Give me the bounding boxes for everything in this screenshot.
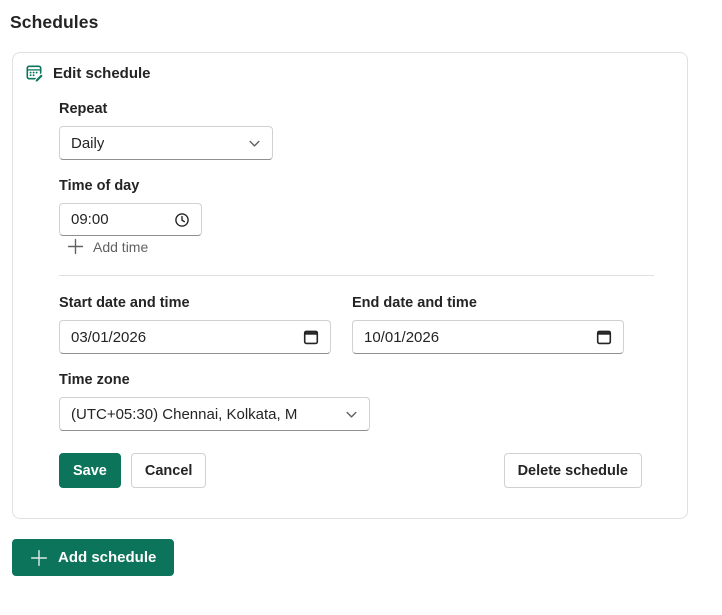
- add-schedule-label: Add schedule: [58, 549, 156, 566]
- calendar-edit-icon: [25, 63, 45, 83]
- repeat-value: Daily: [71, 135, 104, 152]
- time-of-day-value: 09:00: [71, 211, 109, 228]
- add-time-label: Add time: [93, 239, 148, 255]
- card-header: Edit schedule: [13, 63, 642, 83]
- chevron-down-icon: [248, 137, 261, 150]
- end-date-input[interactable]: 10/01/2026: [352, 320, 624, 354]
- start-date-value: 03/01/2026: [71, 329, 146, 346]
- delete-schedule-button[interactable]: Delete schedule: [504, 453, 642, 488]
- start-date-field: Start date and time 03/01/2026: [59, 293, 331, 354]
- end-date-label: End date and time: [352, 293, 624, 313]
- date-range-row: Start date and time 03/01/2026 End date …: [59, 293, 642, 354]
- add-time-button[interactable]: Add time: [67, 238, 148, 255]
- save-button[interactable]: Save: [59, 453, 121, 488]
- section-divider: [59, 275, 654, 276]
- start-date-input[interactable]: 03/01/2026: [59, 320, 331, 354]
- time-of-day-label: Time of day: [59, 176, 642, 196]
- cancel-button[interactable]: Cancel: [131, 453, 207, 488]
- card-title: Edit schedule: [53, 65, 151, 82]
- plus-icon: [30, 549, 48, 567]
- timezone-dropdown[interactable]: (UTC+05:30) Chennai, Kolkata, M: [59, 397, 370, 431]
- page-title: Schedules: [10, 10, 722, 34]
- time-of-day-input[interactable]: 09:00: [59, 203, 202, 236]
- add-schedule-button[interactable]: Add schedule: [12, 539, 174, 576]
- end-date-value: 10/01/2026: [364, 329, 439, 346]
- chevron-down-icon: [345, 408, 358, 421]
- repeat-label: Repeat: [59, 99, 642, 119]
- repeat-dropdown[interactable]: Daily: [59, 126, 273, 160]
- plus-icon: [67, 238, 84, 255]
- clock-icon[interactable]: [174, 212, 190, 228]
- start-date-label: Start date and time: [59, 293, 331, 313]
- timezone-value: (UTC+05:30) Chennai, Kolkata, M: [71, 406, 297, 423]
- actions-row: Save Cancel Delete schedule: [59, 453, 642, 488]
- timezone-label: Time zone: [59, 370, 642, 390]
- calendar-icon[interactable]: [303, 329, 319, 345]
- calendar-icon[interactable]: [596, 329, 612, 345]
- card-body: Repeat Daily Time of day 09:00 Add t: [13, 99, 642, 488]
- edit-schedule-card: Edit schedule Repeat Daily Time of day 0…: [12, 52, 688, 519]
- end-date-field: End date and time 10/01/2026: [352, 293, 624, 354]
